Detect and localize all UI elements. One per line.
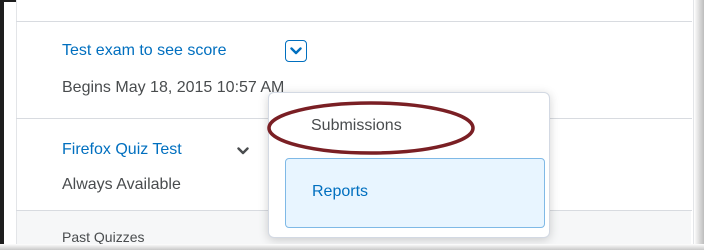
frame-shadow-bottom [0, 244, 704, 250]
menu-item-reports-label: Reports [312, 183, 369, 200]
menu-item-submissions[interactable]: Submissions [311, 117, 402, 135]
quiz-actions-dropdown-button[interactable] [285, 40, 307, 62]
menu-item-reports[interactable]: Reports [285, 158, 545, 228]
quiz-availability: Begins May 18, 2015 10:57 AM [62, 79, 285, 96]
quiz-actions-dropdown-button[interactable] [235, 143, 251, 159]
quiz-availability: Always Available [62, 176, 181, 193]
quiz-title-link[interactable]: Firefox Quiz Test [62, 141, 182, 159]
chevron-down-icon [290, 47, 302, 55]
frame-shadow-right [694, 0, 704, 250]
past-quizzes-label: Past Quizzes [62, 229, 145, 245]
chevron-down-icon [237, 147, 249, 155]
row-divider [16, 21, 692, 22]
quiz-title-link[interactable]: Test exam to see score [62, 42, 227, 60]
